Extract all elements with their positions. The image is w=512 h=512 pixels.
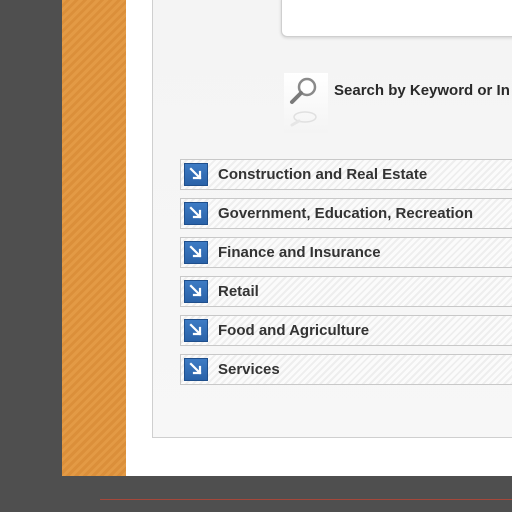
footer-divider — [100, 499, 512, 500]
category-item-food[interactable]: Food and Agriculture — [180, 315, 512, 346]
search-label: Search by Keyword or In — [334, 82, 510, 99]
category-label: Retail — [218, 283, 259, 300]
category-label: Food and Agriculture — [218, 322, 370, 339]
category-label: Construction and Real Estate — [218, 166, 428, 183]
arrow-down-right-icon — [184, 280, 208, 303]
arrow-down-right-icon — [184, 358, 208, 381]
search-icon[interactable] — [284, 73, 328, 133]
arrow-down-right-icon — [184, 163, 208, 186]
arrow-down-right-icon — [184, 241, 208, 264]
search-input[interactable] — [281, 0, 512, 37]
category-label: Services — [218, 361, 280, 378]
orange-sidebar-strip — [62, 0, 126, 476]
category-item-retail[interactable]: Retail — [180, 276, 512, 307]
category-label: Finance and Insurance — [218, 244, 381, 261]
category-label: Government, Education, Recreation — [218, 205, 474, 222]
arrow-down-right-icon — [184, 202, 208, 225]
category-item-government[interactable]: Government, Education, Recreation — [180, 198, 512, 229]
category-item-construction[interactable]: Construction and Real Estate — [180, 159, 512, 190]
category-item-services[interactable]: Services — [180, 354, 512, 385]
category-item-finance[interactable]: Finance and Insurance — [180, 237, 512, 268]
arrow-down-right-icon — [184, 319, 208, 342]
